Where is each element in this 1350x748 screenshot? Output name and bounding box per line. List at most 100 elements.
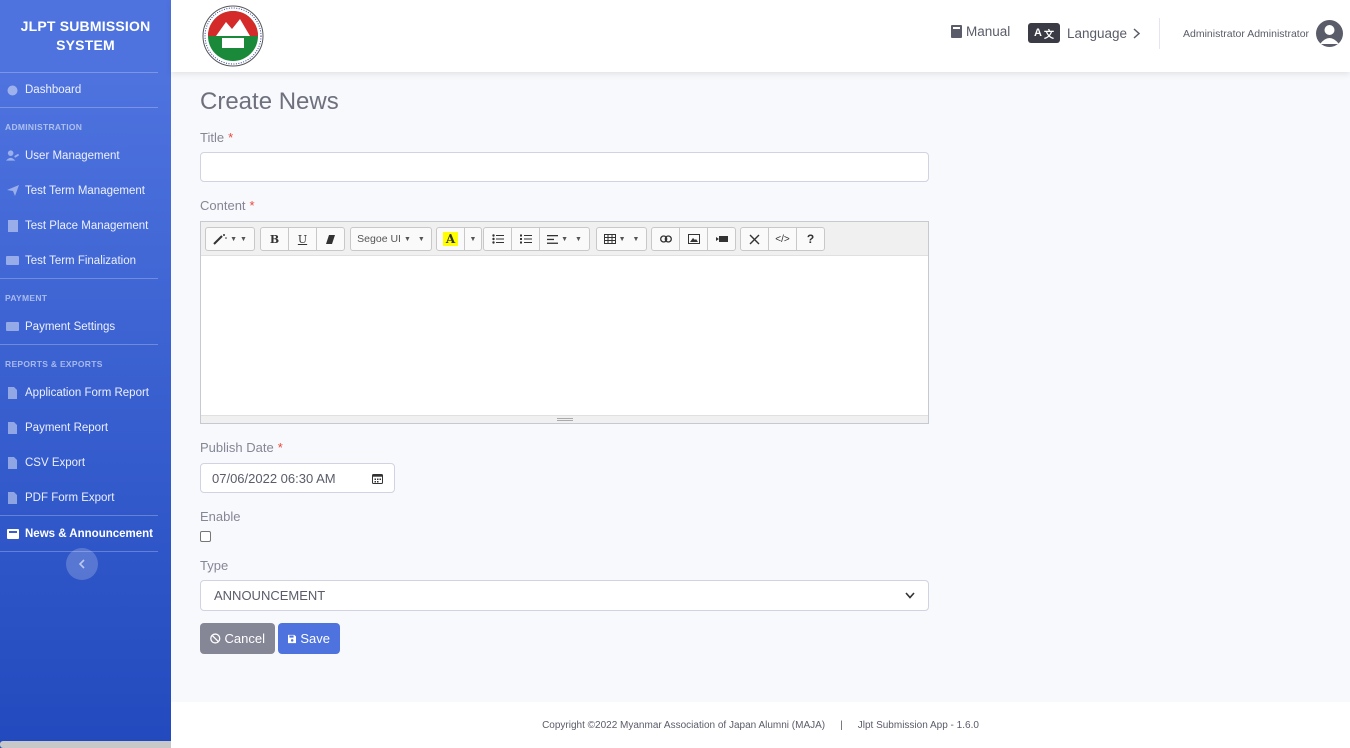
ban-icon: [210, 633, 221, 644]
type-label: Type: [200, 558, 229, 573]
calendar-icon[interactable]: [372, 473, 383, 484]
publish-date-label-text: Publish Date: [200, 440, 274, 455]
user-name: Administrator Administrator: [1183, 27, 1310, 40]
save-button[interactable]: Save: [278, 623, 340, 654]
sidebar-item-label: Dashboard: [25, 84, 82, 96]
required-marker: *: [249, 198, 255, 213]
font-color-dropdown[interactable]: ▼: [464, 227, 482, 251]
building-icon: [6, 219, 19, 232]
ordered-list-button[interactable]: [511, 227, 540, 251]
language-menu[interactable]: A文 Language: [1028, 23, 1141, 43]
user-avatar-icon: [1316, 20, 1344, 47]
font-name-value: Segoe UI: [357, 233, 401, 245]
sidebar-item-dashboard[interactable]: Dashboard: [0, 73, 171, 107]
table-button[interactable]: ▼ ▼: [596, 227, 647, 251]
publish-date-value: 07/06/2022 06:30 AM: [212, 470, 336, 486]
sidebar-item-label: Test Place Management: [25, 219, 149, 232]
language-label: Language: [1067, 25, 1128, 41]
enable-checkbox[interactable]: [200, 531, 211, 542]
title-input[interactable]: [200, 152, 929, 182]
sidebar-item-label: Test Term Management: [25, 184, 145, 197]
sidebar-item-payment-report[interactable]: Payment Report: [0, 410, 171, 445]
code-view-button[interactable]: </>: [768, 227, 797, 251]
floppy-disk-icon: [288, 634, 297, 643]
fullscreen-button[interactable]: [740, 227, 769, 251]
eraser-icon: [326, 234, 335, 244]
required-marker: *: [277, 440, 283, 455]
magic-wand-icon: [213, 234, 227, 245]
sidebar-item-pdf-form-export[interactable]: PDF Form Export: [0, 480, 171, 515]
list-ul-icon: [491, 234, 504, 244]
sidebar-item-payment-settings[interactable]: Payment Settings: [0, 309, 171, 344]
file-csv-icon: [6, 456, 19, 469]
editor-resize-handle[interactable]: [201, 415, 928, 423]
paragraph-align-button[interactable]: ▼ ▼: [539, 227, 590, 251]
sidebar-item-test-term-finalization[interactable]: Test Term Finalization: [0, 243, 171, 278]
sidebar-item-application-form-report[interactable]: Application Form Report: [0, 375, 171, 410]
sidebar-heading-administration: ADMINISTRATION: [5, 122, 83, 132]
sidebar-heading-reports: REPORTS & EXPORTS: [5, 359, 103, 369]
table-icon: [603, 234, 616, 244]
publish-date-label: Publish Date *: [200, 440, 283, 455]
publish-date-input[interactable]: 07/06/2022 06:30 AM: [200, 463, 395, 493]
content-label: Content *: [200, 198, 255, 213]
chevron-left-icon: [78, 559, 85, 569]
chevron-right-icon: [1133, 27, 1141, 39]
unordered-list-button[interactable]: [483, 227, 512, 251]
money-bill-icon: [6, 321, 19, 332]
title-label-text: Title: [200, 130, 225, 145]
sidebar-item-label: Payment Settings: [25, 320, 116, 333]
page-title: Create News: [200, 88, 339, 115]
help-button[interactable]: ?: [796, 227, 825, 251]
file-icon: [6, 421, 19, 434]
bold-button[interactable]: B: [260, 227, 289, 251]
type-selected-value: ANNOUNCEMENT: [214, 588, 326, 603]
cancel-label: Cancel: [224, 631, 265, 646]
sidebar-item-label: Test Term Finalization: [25, 254, 136, 267]
sidebar-item-label: Payment Report: [25, 421, 109, 434]
sidebar-brand[interactable]: JLPT SUBMISSION SYSTEM: [0, 0, 171, 72]
font-name-dropdown[interactable]: Segoe UI ▼ ▼: [350, 227, 432, 251]
manual-label: Manual: [966, 24, 1011, 39]
topbar: Manual A文 Language Administrator Adminis…: [171, 0, 1350, 72]
sidebar-toggle-button[interactable]: [66, 548, 98, 580]
rich-text-editor: ▼ ▼ B U Segoe UI ▼ ▼ A ▼ ▼ ▼ ▼ ▼ </> ?: [200, 221, 929, 424]
list-ol-icon: [519, 234, 532, 244]
sidebar: JLPT SUBMISSION SYSTEM Dashboard ADMINIS…: [0, 0, 248, 748]
footer-app-version: Jlpt Submission App - 1.6.0: [857, 719, 979, 731]
maja-logo: [202, 5, 264, 67]
title-label: Title *: [200, 130, 233, 145]
highlight-a-icon: A: [442, 232, 459, 246]
image-button[interactable]: [679, 227, 708, 251]
sidebar-item-user-management[interactable]: User Management: [0, 138, 171, 173]
newspaper-icon: [6, 528, 19, 539]
align-left-icon: [547, 234, 559, 244]
sidebar-item-news-announcement[interactable]: News & Announcement: [0, 516, 171, 551]
link-button[interactable]: [651, 227, 680, 251]
save-label: Save: [300, 631, 330, 646]
help-icon: ?: [806, 232, 815, 246]
sidebar-item-label: News & Announcement: [25, 527, 154, 540]
font-color-button[interactable]: A: [436, 227, 465, 251]
book-icon: [951, 25, 962, 38]
clear-format-button[interactable]: [316, 227, 345, 251]
sidebar-item-label: Application Form Report: [25, 386, 149, 399]
sidebar-item-test-term-management[interactable]: Test Term Management: [0, 173, 171, 208]
required-marker: *: [228, 130, 234, 145]
type-select[interactable]: ANNOUNCEMENT: [200, 580, 929, 611]
expand-icon: [749, 234, 760, 244]
footer-separator: |: [840, 719, 843, 731]
video-button[interactable]: [707, 227, 736, 251]
sidebar-item-test-place-management[interactable]: Test Place Management: [0, 208, 171, 243]
user-menu[interactable]: Administrator Administrator: [1183, 20, 1344, 47]
sidebar-item-csv-export[interactable]: CSV Export: [0, 445, 171, 480]
style-button[interactable]: ▼ ▼: [205, 227, 255, 251]
manual-link[interactable]: Manual: [951, 24, 1010, 39]
underline-button[interactable]: U: [288, 227, 317, 251]
cancel-button[interactable]: Cancel: [200, 623, 275, 654]
editor-content-area[interactable]: [201, 256, 928, 416]
sidebar-item-label: PDF Form Export: [25, 491, 115, 504]
enable-label: Enable: [200, 509, 241, 524]
user-edit-icon: [6, 150, 19, 161]
video-icon: [715, 236, 728, 242]
